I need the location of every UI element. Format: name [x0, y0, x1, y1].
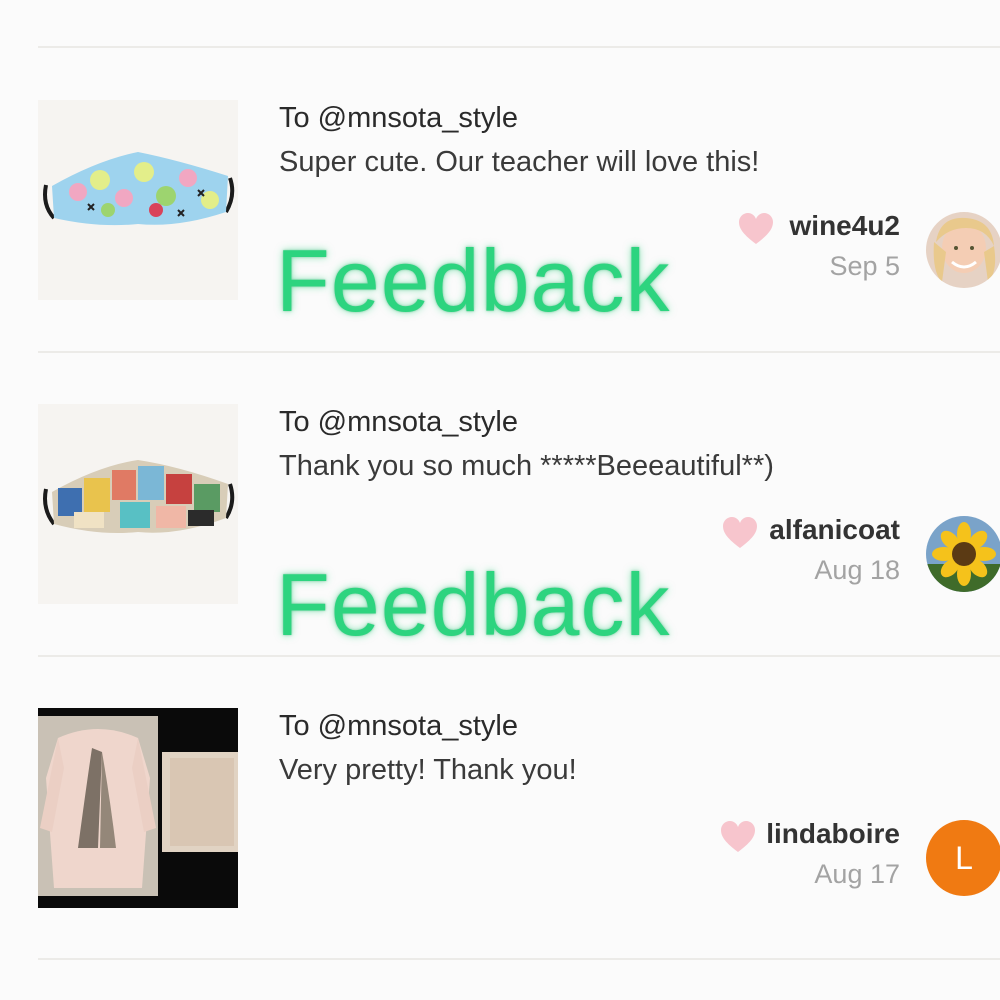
feedback-message: Thank you so much *****Beeeautiful**)	[279, 450, 774, 482]
product-thumbnail[interactable]	[38, 100, 238, 300]
user-avatar[interactable]	[926, 516, 1000, 592]
feedback-page: To @mnsota_style Super cute. Our teacher…	[0, 0, 1000, 1000]
feedback-meta: lindaboire Aug 17	[766, 818, 900, 890]
sunflower-icon	[926, 516, 1000, 592]
heart-icon[interactable]	[738, 212, 774, 248]
feedback-message: Super cute. Our teacher will love this!	[279, 146, 760, 178]
heart-icon[interactable]	[720, 820, 756, 856]
divider	[38, 958, 1000, 960]
recipient-label[interactable]: To @mnsota_style	[279, 102, 518, 135]
face-mask-icon	[38, 404, 238, 604]
feedback-item[interactable]: To @mnsota_style Super cute. Our teacher…	[0, 0, 1000, 330]
recipient-label[interactable]: To @mnsota_style	[279, 710, 518, 743]
feedback-item[interactable]: To @mnsota_style Thank you so much *****…	[0, 304, 1000, 654]
feedback-item[interactable]: To @mnsota_style Very pretty! Thank you!…	[0, 608, 1000, 912]
user-avatar[interactable]	[926, 212, 1000, 288]
feedback-message: Very pretty! Thank you!	[279, 754, 577, 786]
face-mask-icon	[38, 100, 238, 300]
heart-icon[interactable]	[722, 516, 758, 552]
feedback-date: Sep 5	[829, 251, 900, 281]
product-thumbnail[interactable]	[38, 404, 238, 604]
username-link[interactable]: alfanicoat	[769, 514, 900, 546]
feedback-meta: alfanicoat Aug 18	[769, 514, 900, 586]
feedback-date: Aug 18	[814, 555, 900, 585]
feedback-meta: wine4u2 Sep 5	[790, 210, 900, 282]
user-photo-avatar-icon	[926, 212, 1000, 288]
username-link[interactable]: lindaboire	[766, 818, 900, 850]
recipient-label[interactable]: To @mnsota_style	[279, 406, 518, 439]
letter-avatar[interactable]: L	[926, 820, 1000, 896]
product-thumbnail[interactable]	[38, 708, 238, 908]
username-link[interactable]: wine4u2	[790, 210, 900, 242]
pink-sweater-icon	[38, 708, 238, 908]
feedback-date: Aug 17	[814, 859, 900, 889]
